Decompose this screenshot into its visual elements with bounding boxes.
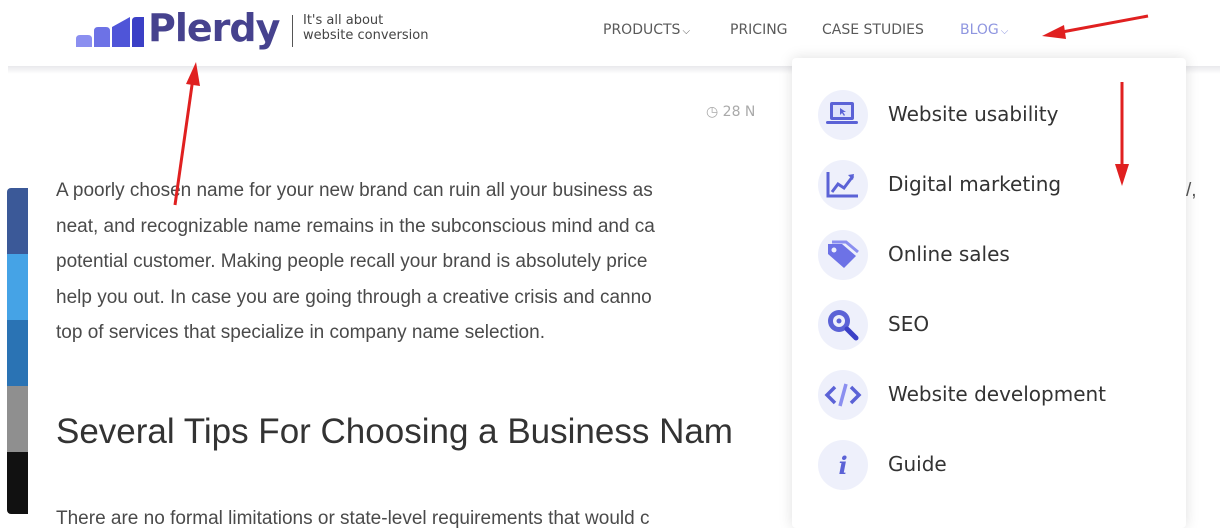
arrow-down-menu (1115, 82, 1129, 186)
arrow-to-blog (1042, 14, 1149, 39)
annotation-arrows (173, 14, 1149, 206)
arrow-to-logo (173, 62, 200, 206)
